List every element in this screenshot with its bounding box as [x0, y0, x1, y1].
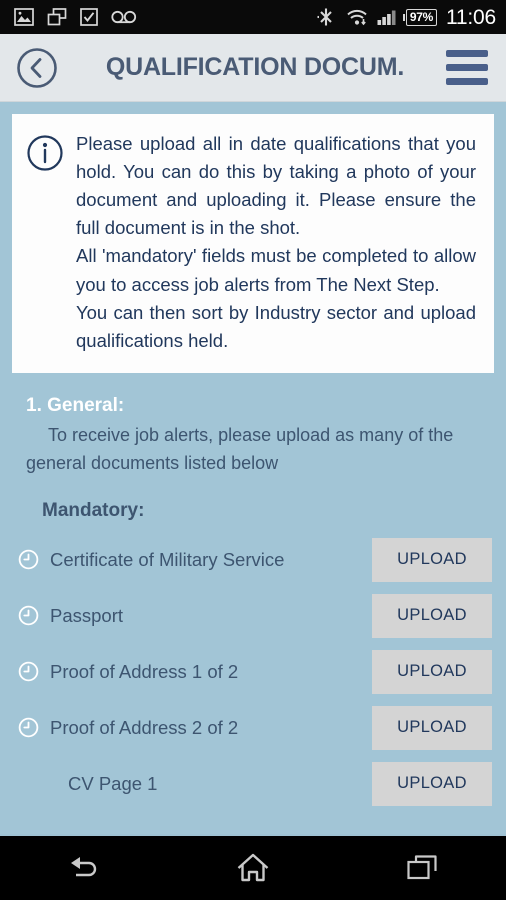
bluetooth-off-icon	[317, 8, 332, 26]
document-label: Certificate of Military Service	[50, 548, 285, 570]
android-navigation-bar	[0, 834, 506, 900]
app-header-bar: QUALIFICATION DOCUM.	[0, 34, 506, 102]
info-paragraph: All 'mandatory' fields must be completed…	[76, 245, 476, 295]
upload-button[interactable]: UPLOAD	[372, 649, 492, 694]
phone-screen: 97% 11:06 QUALIFICATION DOCUM. Please up…	[0, 0, 506, 900]
recent-apps-icon	[407, 855, 437, 880]
nav-home-button[interactable]	[223, 848, 283, 888]
upload-button[interactable]: UPLOAD	[372, 761, 492, 806]
nav-back-button[interactable]	[54, 848, 114, 888]
chevron-left-circle-icon	[17, 47, 57, 88]
upload-button[interactable]: UPLOAD	[372, 537, 492, 582]
document-label: Proof of Address 1 of 2	[50, 660, 239, 682]
status-bar-clock: 11:06	[446, 5, 496, 29]
upload-button[interactable]: UPLOAD	[372, 705, 492, 750]
list-item: CV Page 1 UPLOAD	[0, 756, 506, 812]
info-paragraph: You can then sort by Industry sector and…	[76, 301, 476, 351]
info-paragraph: Please upload all in date qualifications…	[76, 133, 476, 239]
battery-percent-label: 97%	[409, 10, 433, 24]
document-label: Proof of Address 2 of 2	[50, 716, 239, 738]
back-arrow-icon	[71, 857, 97, 877]
clock-pending-icon	[18, 549, 39, 570]
clock-pending-icon	[18, 661, 39, 682]
clock-pending-icon	[18, 605, 39, 626]
section-description: To receive job alerts, please upload as …	[26, 424, 454, 473]
document-list: Certificate of Military Service UPLOAD P…	[0, 532, 506, 812]
list-item: Certificate of Military Service UPLOAD	[0, 532, 506, 588]
list-item: Passport UPLOAD	[0, 588, 506, 644]
voicemail-icon	[111, 10, 137, 24]
status-bar: 97% 11:06	[0, 0, 506, 34]
list-item: Proof of Address 2 of 2 UPLOAD	[0, 700, 506, 756]
status-bar-notification-icons	[14, 8, 137, 26]
hamburger-menu-icon	[446, 64, 488, 71]
home-icon	[237, 853, 269, 882]
list-item: Proof of Address 1 of 2 UPLOAD	[0, 644, 506, 700]
battery-indicator: 97%	[402, 8, 437, 26]
menu-button[interactable]	[446, 50, 488, 85]
subsection-heading-mandatory: Mandatory:	[42, 499, 145, 521]
clock-pending-icon	[18, 717, 39, 738]
info-card: Please upload all in date qualifications…	[12, 114, 494, 373]
cellular-signal-icon	[377, 10, 396, 25]
info-circle-icon	[27, 135, 63, 171]
wifi-icon	[347, 9, 367, 26]
status-bar-system-icons: 97% 11:06	[315, 6, 496, 28]
back-button[interactable]	[16, 47, 58, 89]
image-icon	[14, 8, 34, 26]
section-heading-general: 1. General:	[26, 394, 125, 416]
upload-button[interactable]: UPLOAD	[372, 593, 492, 638]
document-label: Passport	[50, 604, 124, 626]
document-label: CV Page 1	[68, 772, 158, 794]
hamburger-menu-icon	[446, 50, 488, 57]
page-title: QUALIFICATION DOCUM.	[105, 53, 405, 81]
page-content-scroll[interactable]: Please upload all in date qualifications…	[0, 102, 506, 834]
nav-recents-button[interactable]	[392, 848, 452, 888]
info-card-text: Please upload all in date qualifications…	[76, 130, 476, 355]
copy-stack-icon	[47, 8, 67, 26]
checkbox-icon	[80, 8, 98, 26]
hamburger-menu-icon	[446, 78, 488, 85]
